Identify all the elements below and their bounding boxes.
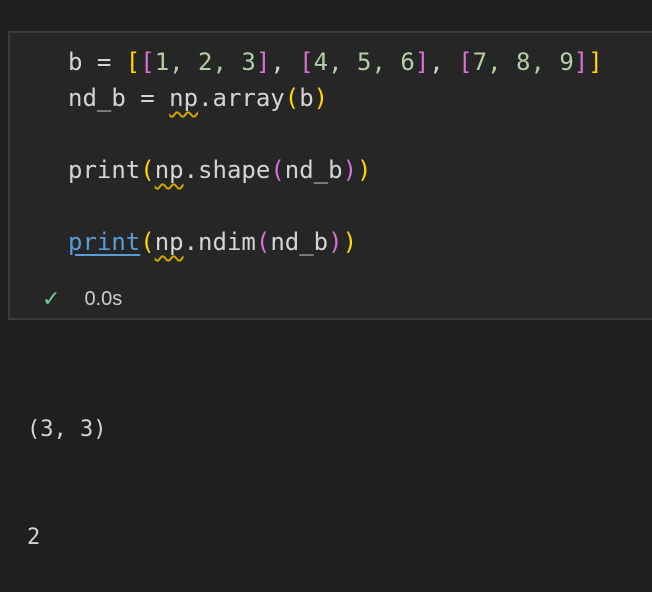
code-token: ): [313, 84, 329, 112]
execution-status: ✓ 0.0s: [42, 286, 122, 312]
code-token: (: [284, 84, 300, 112]
code-token: ]: [588, 48, 603, 76]
code-token: 4, 5, 6: [313, 48, 415, 76]
code-line[interactable]: print(np.shape(nd_b)): [68, 152, 603, 188]
code-token: .array: [198, 84, 285, 112]
code-token: .shape: [183, 156, 271, 184]
code-line[interactable]: [68, 116, 603, 152]
code-token: (: [140, 156, 155, 184]
output-line: (3, 3): [27, 417, 107, 442]
code-token: nd_b =: [68, 84, 170, 112]
execution-time: 0.0s: [84, 287, 123, 310]
code-token: np: [154, 228, 184, 256]
code-token: ,: [270, 48, 300, 76]
code-token: ,: [429, 48, 459, 76]
code-token: ): [342, 156, 358, 184]
code-token: np: [169, 84, 199, 112]
code-token: [: [458, 48, 473, 76]
code-token: b =: [68, 48, 126, 76]
code-line[interactable]: nd_b = np.array(b): [68, 80, 603, 116]
code-token: ): [342, 228, 358, 256]
code-token: (: [255, 228, 271, 256]
code-token: ]: [414, 48, 430, 76]
code-line[interactable]: [68, 188, 603, 224]
code-token: 1, 2, 3: [154, 48, 256, 76]
code-token: b: [299, 84, 314, 112]
code-token: ): [328, 228, 343, 256]
output-line: 2: [27, 525, 41, 550]
check-icon: ✓: [42, 286, 61, 311]
code-token: [: [299, 48, 314, 76]
code-token: nd_b: [270, 228, 329, 256]
code-token: (: [140, 228, 155, 256]
code-line[interactable]: b = [[1, 2, 3], [4, 5, 6], [7, 8, 9]]: [68, 44, 603, 80]
code-token: ): [357, 156, 372, 184]
code-line[interactable]: print(np.ndim(nd_b)): [68, 224, 603, 260]
code-token: [: [125, 48, 141, 76]
code-token: np: [154, 156, 184, 184]
code-token: [: [140, 48, 155, 76]
code-editor[interactable]: b = [[1, 2, 3], [4, 5, 6], [7, 8, 9]] nd_…: [68, 44, 603, 260]
code-token: ]: [255, 48, 271, 76]
cell-output: (3, 3) 2: [27, 340, 106, 592]
code-token: ]: [573, 48, 589, 76]
code-token: .ndim: [183, 228, 256, 256]
code-token: (: [270, 156, 285, 184]
code-token: print: [68, 228, 141, 256]
code-token: nd_b: [284, 156, 343, 184]
code-token: 7, 8, 9: [472, 48, 574, 76]
code-token: print: [68, 156, 141, 184]
